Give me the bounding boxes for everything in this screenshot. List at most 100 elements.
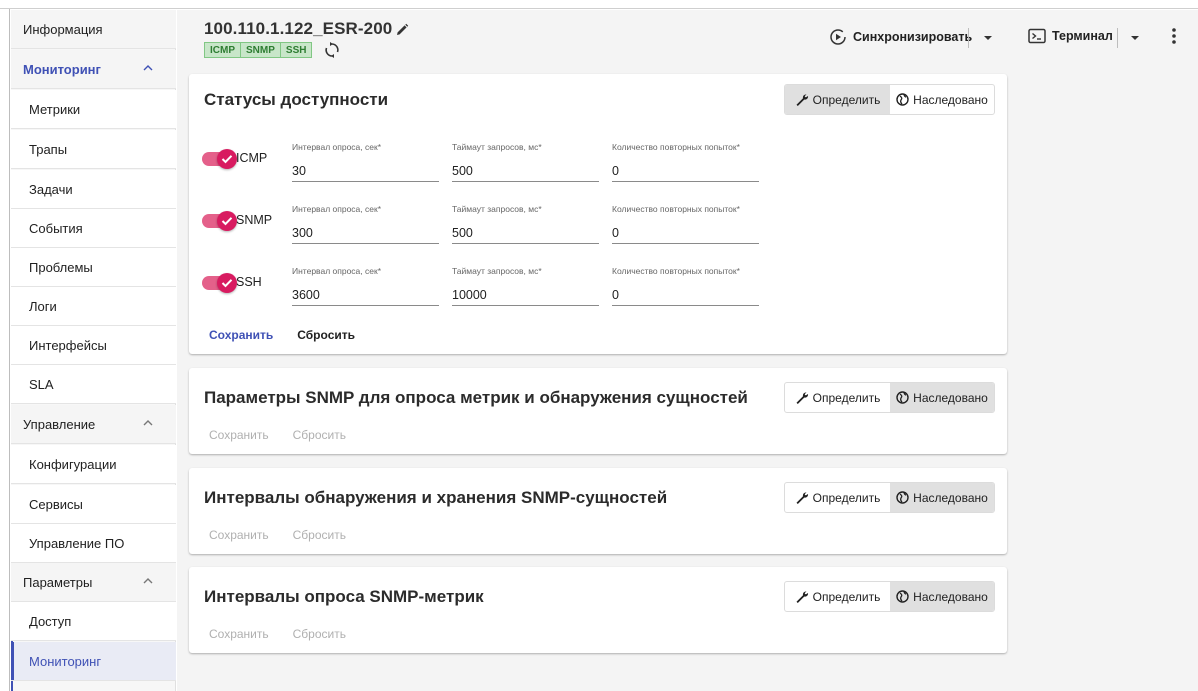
- snmp-toggle[interactable]: [202, 211, 237, 231]
- terminal-button[interactable]: Терминал: [1028, 28, 1113, 44]
- reset-button[interactable]: Сбросить: [293, 627, 346, 641]
- save-button[interactable]: Сохранить: [209, 428, 269, 442]
- globe-icon: [896, 590, 909, 603]
- card-actions: Сохранить Сбросить: [209, 528, 370, 542]
- sidebar-item-logs[interactable]: Логи: [11, 287, 176, 326]
- save-button[interactable]: Сохранить: [209, 328, 273, 342]
- interval-field: Интервал опроса, сек*: [292, 204, 439, 250]
- chevron-down-icon[interactable]: [983, 34, 993, 42]
- pencil-icon[interactable]: [394, 22, 410, 38]
- sidebar-item-label: События: [29, 220, 83, 236]
- define-button[interactable]: Определить: [785, 582, 890, 611]
- divider: [1117, 28, 1118, 48]
- retries-input[interactable]: [612, 156, 759, 182]
- inherited-label: Наследовано: [913, 92, 988, 107]
- sidebar-item-sla[interactable]: SLA: [11, 365, 176, 404]
- inherited-label: Наследовано: [913, 490, 988, 505]
- define-label: Определить: [812, 390, 881, 405]
- interval-input[interactable]: [292, 218, 439, 244]
- sidebar-item-services[interactable]: Сервисы: [11, 485, 176, 524]
- card-title: Параметры SNMP для опроса метрик и обнар…: [204, 388, 748, 407]
- sidebar-item-label: Управление ПО: [29, 535, 125, 551]
- more-vert-icon[interactable]: [1170, 26, 1178, 46]
- define-button[interactable]: Определить: [785, 383, 890, 412]
- sidebar-group-parameters[interactable]: Параметры: [11, 563, 176, 602]
- sidebar-item-info[interactable]: Информация: [11, 10, 176, 49]
- card-title: Статусы доступности: [204, 90, 389, 109]
- sidebar-group-monitoring[interactable]: Мониторинг: [11, 50, 176, 89]
- status-badge: ICMP: [204, 42, 241, 58]
- inherited-button[interactable]: Наследовано: [890, 383, 994, 412]
- reset-button[interactable]: Сбросить: [293, 428, 346, 442]
- globe-icon: [896, 391, 909, 404]
- mode-toggle: Определить Наследовано: [784, 482, 995, 513]
- field-label: Количество повторных попыток*: [612, 142, 740, 152]
- window-left-edge: [0, 9, 10, 691]
- terminal-label: Терминал: [1052, 29, 1113, 43]
- card-actions: Сохранить Сбросить: [209, 428, 370, 442]
- reset-button[interactable]: Сбросить: [293, 528, 346, 542]
- status-badge: SNMP: [240, 42, 281, 58]
- window-top-edge: [0, 0, 1198, 9]
- define-label: Определить: [812, 589, 881, 604]
- sidebar-item-software-management[interactable]: Управление ПО: [11, 524, 176, 563]
- chevron-down-icon[interactable]: [1130, 34, 1140, 42]
- sidebar-item-events[interactable]: События: [11, 209, 176, 248]
- protocol-label: SSH: [236, 275, 262, 289]
- interval-field: Интервал опроса, сек*: [292, 266, 439, 312]
- timeout-input[interactable]: [452, 218, 599, 244]
- sidebar-item-label: Трапы: [29, 141, 68, 157]
- retries-field: Количество повторных попыток*: [612, 142, 759, 188]
- define-button[interactable]: Определить: [785, 483, 890, 512]
- sidebar-item-tasks[interactable]: Задачи: [11, 170, 176, 209]
- terminal-icon: [1028, 28, 1046, 44]
- refresh-icon[interactable]: [324, 41, 340, 59]
- sidebar-item-interfaces[interactable]: Интерфейсы: [11, 326, 176, 365]
- save-button[interactable]: Сохранить: [209, 627, 269, 641]
- define-button[interactable]: Определить: [785, 85, 890, 114]
- interval-input[interactable]: [292, 280, 439, 306]
- protocol-label: ICMP: [236, 151, 268, 165]
- sync-button[interactable]: Синхронизировать: [829, 28, 972, 46]
- field-label: Количество повторных попыток*: [612, 204, 740, 214]
- globe-icon: [896, 491, 909, 504]
- sidebar-item-access[interactable]: Доступ: [11, 602, 176, 641]
- interval-input[interactable]: [292, 156, 439, 182]
- sidebar-item-metrics[interactable]: Метрики: [11, 90, 176, 129]
- inherited-button[interactable]: Наследовано: [890, 582, 994, 611]
- sidebar-item-label: Сервисы: [29, 496, 83, 512]
- timeout-input[interactable]: [452, 156, 599, 182]
- reset-button[interactable]: Сбросить: [297, 328, 355, 342]
- inherited-button[interactable]: Наследовано: [890, 483, 994, 512]
- icmp-toggle[interactable]: [202, 149, 237, 169]
- protocol-tags: ICMP SNMP SSH: [204, 42, 313, 58]
- sidebar-item-label: Логи: [29, 298, 57, 314]
- discovery-intervals-card: Интервалы обнаружения и хранения SNMP-су…: [189, 468, 1007, 554]
- sidebar-item-label: Конфигурации: [29, 456, 117, 472]
- mode-toggle: Определить Наследовано: [784, 382, 995, 413]
- main-content: 100.110.1.122_ESR-200 ICMP SNMP SSH Синх…: [177, 10, 1198, 691]
- save-button[interactable]: Сохранить: [209, 528, 269, 542]
- sidebar: Информация Мониторинг Метрики Трапы Зада…: [11, 10, 176, 691]
- inherited-button[interactable]: Наследовано: [890, 85, 994, 114]
- field-label: Таймаут запросов, мс*: [452, 266, 542, 276]
- protocol-row-snmp: SNMP Интервал опроса, сек* Таймаут запро…: [202, 192, 802, 244]
- sidebar-item-label: Задачи: [29, 181, 73, 197]
- polling-intervals-card: Интервалы опроса SNMP-метрик Определить …: [189, 567, 1007, 653]
- protocol-row-ssh: SSH Интервал опроса, сек* Таймаут запрос…: [202, 254, 802, 306]
- status-badge: SSH: [279, 42, 313, 58]
- field-label: Таймаут запросов, мс*: [452, 142, 542, 152]
- sidebar-group-label: Управление: [23, 416, 96, 432]
- retries-input[interactable]: [612, 218, 759, 244]
- sidebar-item-problems[interactable]: Проблемы: [11, 248, 176, 287]
- sidebar-item-configurations[interactable]: Конфигурации: [11, 445, 176, 484]
- sidebar-item-traps[interactable]: Трапы: [11, 130, 176, 169]
- sidebar-group-management[interactable]: Управление: [11, 405, 176, 444]
- check-icon: [217, 273, 237, 293]
- timeout-input[interactable]: [452, 280, 599, 306]
- mode-toggle: Определить Наследовано: [784, 84, 995, 115]
- retries-input[interactable]: [612, 280, 759, 306]
- card-title: Интервалы обнаружения и хранения SNMP-су…: [204, 488, 668, 507]
- sidebar-item-monitoring-params[interactable]: Мониторинг: [11, 642, 176, 681]
- ssh-toggle[interactable]: [202, 273, 237, 293]
